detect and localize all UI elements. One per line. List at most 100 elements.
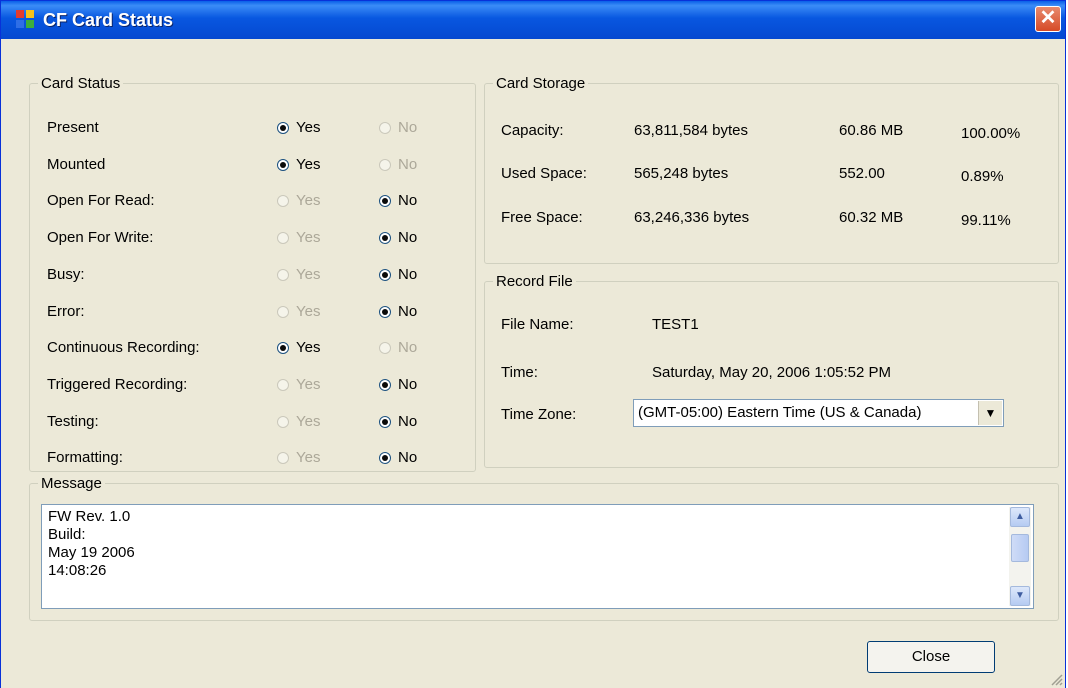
storage-percent: 100.00% [961,125,1021,142]
radio-no-label: No [398,376,418,393]
radio-dot-icon [277,452,289,464]
storage-percent: 99.11% [961,212,1011,229]
status-label: Present [47,119,99,136]
status-label: Error: [47,303,85,320]
message-textbox[interactable]: FW Rev. 1.0 Build: May 19 2006 14:08:26 … [41,504,1034,609]
radio-no[interactable]: No [379,303,417,321]
title-bar[interactable]: CF Card Status ✕ [1,1,1065,39]
status-label: Mounted [47,156,106,173]
storage-mb: 552.00 [839,165,885,182]
radio-yes-label: Yes [296,266,321,283]
radio-yes[interactable]: Yes [277,303,320,321]
radio-no[interactable]: No [379,156,417,174]
scroll-up-icon[interactable]: ▲ [1010,507,1030,527]
radio-dot-icon [277,342,289,354]
radio-yes-label: Yes [296,156,321,173]
time-zone-label: Time Zone: [501,406,577,423]
radio-no[interactable]: No [379,229,417,247]
radio-dot-icon [277,159,289,171]
time-zone-value: (GMT-05:00) Eastern Time (US & Canada) [638,404,922,421]
close-icon[interactable]: ✕ [1035,6,1061,32]
radio-no-label: No [398,229,418,246]
status-label: Continuous Recording: [47,339,200,356]
radio-dot-icon [277,232,289,244]
radio-yes[interactable]: Yes [277,339,320,357]
radio-yes-label: Yes [296,303,321,320]
card-storage-legend: Card Storage [496,75,586,92]
radio-dot-icon [379,379,391,391]
radio-no-label: No [398,119,418,136]
time-label: Time: [501,364,538,381]
radio-no-label: No [398,339,418,356]
radio-dot-icon [379,159,391,171]
message-legend: Message [41,475,102,492]
radio-yes[interactable]: Yes [277,376,320,394]
status-label: Open For Read: [47,192,155,209]
time-value: Saturday, May 20, 2006 1:05:52 PM [652,364,892,381]
radio-yes[interactable]: Yes [277,413,320,431]
radio-no[interactable]: No [379,266,417,284]
status-label: Triggered Recording: [47,376,188,393]
radio-no[interactable]: No [379,339,417,357]
storage-label: Free Space: [501,209,583,226]
radio-dot-icon [379,306,391,318]
radio-yes[interactable]: Yes [277,229,320,247]
radio-no[interactable]: No [379,119,417,137]
radio-no[interactable]: No [379,449,417,467]
radio-no-label: No [398,156,418,173]
radio-yes-label: Yes [296,376,321,393]
radio-no-label: No [398,192,418,209]
radio-yes-label: Yes [296,413,321,430]
status-label: Busy: [47,266,85,283]
radio-yes-label: Yes [296,229,321,246]
radio-no[interactable]: No [379,192,417,210]
radio-dot-icon [277,195,289,207]
radio-dot-icon [379,452,391,464]
radio-yes[interactable]: Yes [277,156,320,174]
message-text: FW Rev. 1.0 Build: May 19 2006 14:08:26 [48,508,135,579]
file-name-label: File Name: [501,316,574,333]
radio-yes[interactable]: Yes [277,266,320,284]
storage-mb: 60.32 MB [839,209,904,226]
radio-dot-icon [277,379,289,391]
storage-percent: 0.89% [961,168,1004,185]
status-label: Testing: [47,413,99,430]
radio-dot-icon [379,232,391,244]
status-label: Formatting: [47,449,123,466]
close-button[interactable]: Close [867,641,995,673]
radio-no-label: No [398,449,418,466]
time-zone-dropdown[interactable]: (GMT-05:00) Eastern Time (US & Canada) ▼ [633,399,1004,427]
resize-grip-icon[interactable] [1049,672,1063,686]
radio-dot-icon [277,306,289,318]
radio-yes-label: Yes [296,339,321,356]
radio-dot-icon [379,195,391,207]
radio-dot-icon [379,416,391,428]
app-icon [16,10,36,30]
radio-dot-icon [277,269,289,281]
radio-dot-icon [277,416,289,428]
chevron-down-icon[interactable]: ▼ [978,401,1002,425]
radio-yes[interactable]: Yes [277,192,320,210]
radio-yes[interactable]: Yes [277,119,320,137]
radio-no[interactable]: No [379,376,417,394]
storage-label: Used Space: [501,165,587,182]
message-scrollbar[interactable]: ▲ ▼ [1009,507,1031,606]
scroll-thumb[interactable] [1011,534,1029,562]
status-label: Open For Write: [47,229,154,246]
window-title: CF Card Status [43,10,174,30]
storage-label: Capacity: [501,122,564,139]
scroll-down-icon[interactable]: ▼ [1010,586,1030,606]
file-name-value: TEST1 [652,316,699,333]
radio-yes[interactable]: Yes [277,449,320,467]
radio-no-label: No [398,266,418,283]
radio-dot-icon [277,122,289,134]
radio-no[interactable]: No [379,413,417,431]
cf-card-status-window: CF Card Status ✕ Card Status Present Yes N… [0,0,1066,688]
storage-bytes: 63,246,336 bytes [634,209,750,226]
radio-yes-label: Yes [296,119,321,136]
card-status-legend: Card Status [41,75,121,92]
radio-dot-icon [379,342,391,354]
radio-no-label: No [398,413,418,430]
radio-no-label: No [398,303,418,320]
storage-mb: 60.86 MB [839,122,904,139]
